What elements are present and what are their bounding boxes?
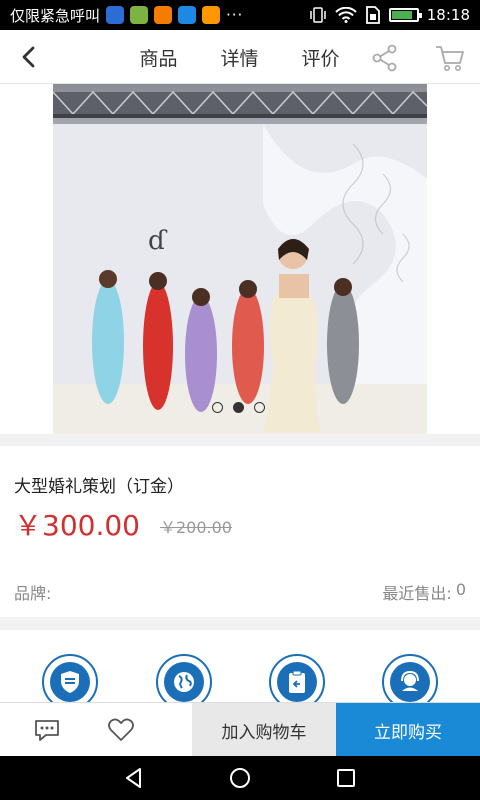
original-price: ￥200.00 — [160, 518, 232, 537]
chat-icon[interactable] — [32, 715, 62, 745]
tab-bar: 商品 详情 评价 — [118, 30, 361, 84]
vibrate-icon — [310, 7, 326, 23]
back-triangle-icon[interactable] — [122, 766, 146, 790]
carousel-dot[interactable] — [212, 402, 223, 413]
status-bar: 仅限紧急呼叫 ··· 18:18 — [0, 0, 480, 30]
clock: 18:18 — [426, 6, 470, 24]
carrier-text: 仅限紧急呼叫 — [10, 6, 101, 25]
product-title: 大型婚礼策划（订金） — [14, 477, 184, 497]
sim-icon — [365, 6, 380, 24]
heart-icon[interactable] — [106, 715, 136, 745]
app-notification-icon — [154, 6, 173, 24]
app-notification-icon — [106, 6, 125, 24]
buy-now-button[interactable]: 立即购买 — [336, 703, 480, 757]
carousel-dot-active[interactable] — [233, 402, 244, 413]
recent-sales-label: 最近售出: — [382, 584, 452, 603]
shield-icon — [61, 671, 79, 693]
top-navigation: 商品 详情 评价 — [0, 30, 480, 84]
share-icon[interactable] — [370, 43, 400, 73]
recent-sales: 最近售出: 0 — [382, 580, 466, 604]
bottom-action-bar: 加入购物车 立即购买 — [0, 702, 480, 757]
customer-service-icon — [401, 670, 419, 691]
product-info: 大型婚礼策划（订金） ￥300.00 ￥200.00 品牌: 最近售出: 0 — [0, 446, 480, 617]
wifi-icon — [335, 7, 357, 23]
add-to-cart-button[interactable]: 加入购物车 — [192, 703, 336, 757]
cart-icon[interactable] — [434, 43, 466, 73]
current-price: ￥300.00 — [14, 509, 140, 542]
brand-label: 品牌: — [14, 584, 52, 603]
service-icons — [0, 630, 480, 710]
battery-icon — [388, 8, 422, 22]
tab-product[interactable]: 商品 — [118, 30, 199, 84]
back-arrow-icon[interactable] — [16, 44, 42, 70]
tab-details[interactable]: 详情 — [199, 30, 280, 84]
carousel-indicator — [212, 402, 265, 413]
globe-icon — [174, 672, 194, 692]
carousel-dot[interactable] — [254, 402, 265, 413]
recents-square-icon[interactable] — [334, 766, 358, 790]
tab-reviews[interactable]: 评价 — [280, 30, 361, 84]
clipboard-return-icon — [289, 670, 305, 693]
home-circle-icon[interactable] — [228, 766, 252, 790]
system-navigation-bar — [0, 756, 480, 800]
app-notification-icon — [178, 6, 197, 24]
product-image-carousel[interactable]: ɗ — [0, 84, 480, 434]
more-notifications: ··· — [226, 6, 244, 24]
svg-text:ɗ: ɗ — [148, 226, 168, 256]
app-notification-icon — [130, 6, 149, 24]
product-photo: ɗ — [53, 84, 427, 434]
app-notification-icon — [202, 6, 221, 24]
recent-sales-count: 0 — [455, 580, 466, 599]
